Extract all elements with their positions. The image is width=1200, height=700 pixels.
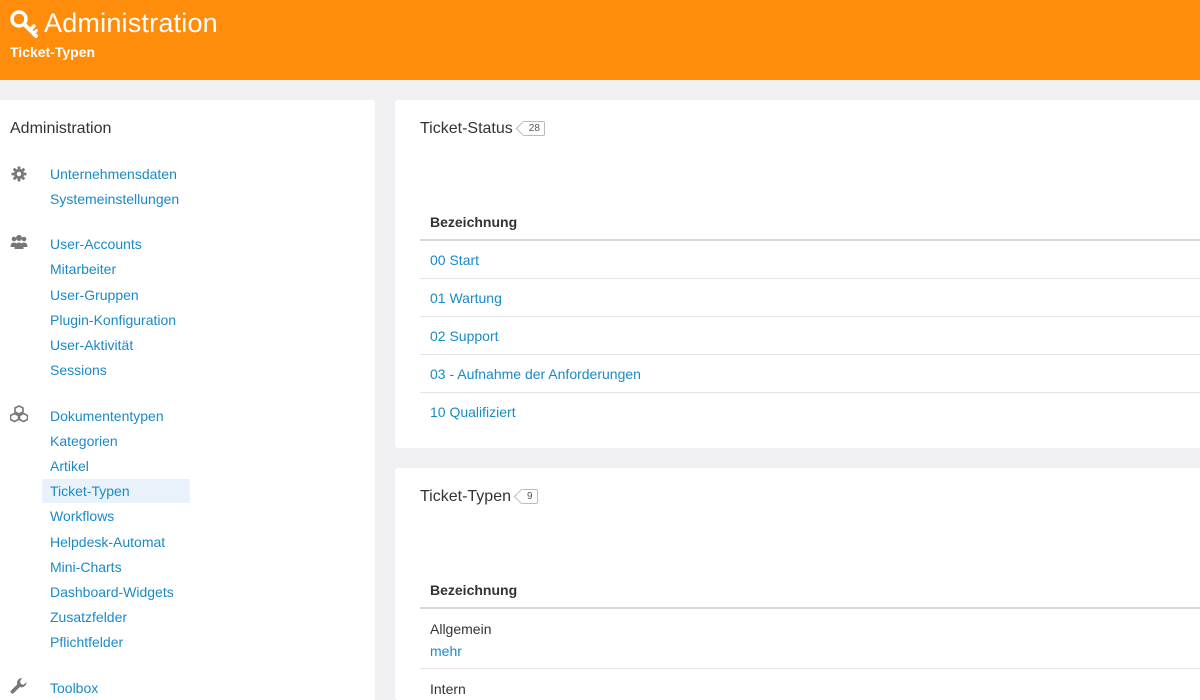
ticket-types-count-badge: 9 <box>521 489 538 504</box>
admin-sidebar: Administration Unternehmensdaten Systeme… <box>0 100 375 700</box>
page-header: Administration Ticket-Typen <box>0 0 1200 80</box>
ticket-type-name: Allgemein <box>430 621 492 637</box>
sidebar-item-ticket-typen[interactable]: Ticket-Typen <box>42 479 190 503</box>
table-row: 02 Support <box>420 317 1200 355</box>
cubes-icon <box>10 405 28 423</box>
ticket-types-heading: Ticket-Typen <box>420 488 511 505</box>
sidebar-item-workflows[interactable]: Workflows <box>42 504 122 528</box>
table-row: 03 - Aufnahme der Anforderungen <box>420 355 1200 393</box>
ticket-status-count-badge: 28 <box>522 121 545 136</box>
sidebar-item-unternehmensdaten[interactable]: Unternehmensdaten <box>42 162 185 186</box>
sidebar-item-artikel[interactable]: Artikel <box>42 454 97 478</box>
ticket-status-title: Ticket-Status 28 <box>420 120 545 138</box>
ticket-status-link[interactable]: 03 - Aufnahme der Anforderungen <box>430 366 641 382</box>
sidebar-item-systemeinstellungen[interactable]: Systemeinstellungen <box>42 187 187 211</box>
table-row: Allgemein mehr <box>420 609 1200 669</box>
gear-icon <box>11 166 27 182</box>
sidebar-item-helpdesk-automat[interactable]: Helpdesk-Automat <box>42 530 173 554</box>
ticket-status-count: 28 <box>528 123 540 134</box>
table-row: 00 Start <box>420 241 1200 279</box>
sidebar-item-zusatzfelder[interactable]: Zusatzfelder <box>42 605 135 629</box>
ticket-types-title: Ticket-Typen 9 <box>420 488 538 506</box>
ticket-types-panel: Ticket-Typen 9 Bezeichnung Allgemein mehr… <box>395 468 1200 700</box>
more-link[interactable]: mehr <box>430 641 1200 661</box>
ticket-status-panel: Ticket-Status 28 Bezeichnung 00 Start 01 … <box>395 100 1200 448</box>
ticket-status-heading: Ticket-Status <box>420 120 513 137</box>
table-row: 10 Qualifiziert <box>420 393 1200 431</box>
table-row: Intern <box>420 669 1200 700</box>
sidebar-item-mini-charts[interactable]: Mini-Charts <box>42 555 130 579</box>
ticket-type-name: Intern <box>430 681 466 697</box>
page-subtitle: Ticket-Typen <box>10 44 96 60</box>
sidebar-item-sessions[interactable]: Sessions <box>42 358 115 382</box>
ticket-status-link[interactable]: 10 Qualifiziert <box>430 404 516 420</box>
ticket-status-link[interactable]: 01 Wartung <box>430 290 502 306</box>
sidebar-item-pflichtfelder[interactable]: Pflichtfelder <box>42 630 131 654</box>
sidebar-item-dashboard-widgets[interactable]: Dashboard-Widgets <box>42 580 182 604</box>
sidebar-item-plugin-konfiguration[interactable]: Plugin-Konfiguration <box>42 308 184 332</box>
sidebar-title: Administration <box>10 120 112 137</box>
column-header-bezeichnung[interactable]: Bezeichnung <box>420 571 1200 609</box>
page-title: Administration <box>44 8 218 38</box>
wrench-icon <box>10 678 27 694</box>
ticket-types-count: 9 <box>527 491 533 502</box>
ticket-status-table: Bezeichnung 00 Start 01 Wartung 02 Suppo… <box>420 203 1200 431</box>
users-icon <box>10 235 28 249</box>
sidebar-item-user-accounts[interactable]: User-Accounts <box>42 232 150 256</box>
sidebar-item-user-aktivitaet[interactable]: User-Aktivität <box>42 333 141 357</box>
sidebar-item-mitarbeiter[interactable]: Mitarbeiter <box>42 257 124 281</box>
sidebar-item-dokumententypen[interactable]: Dokumententypen <box>42 404 172 428</box>
key-icon <box>10 10 38 38</box>
sidebar-item-kategorien[interactable]: Kategorien <box>42 429 126 453</box>
ticket-status-link[interactable]: 02 Support <box>430 328 499 344</box>
table-row: 01 Wartung <box>420 279 1200 317</box>
sidebar-item-user-gruppen[interactable]: User-Gruppen <box>42 283 147 307</box>
column-header-bezeichnung[interactable]: Bezeichnung <box>420 203 1200 241</box>
ticket-status-link[interactable]: 00 Start <box>430 252 479 268</box>
sidebar-item-toolbox[interactable]: Toolbox <box>42 676 106 700</box>
ticket-types-table: Bezeichnung Allgemein mehr Intern <box>420 571 1200 700</box>
